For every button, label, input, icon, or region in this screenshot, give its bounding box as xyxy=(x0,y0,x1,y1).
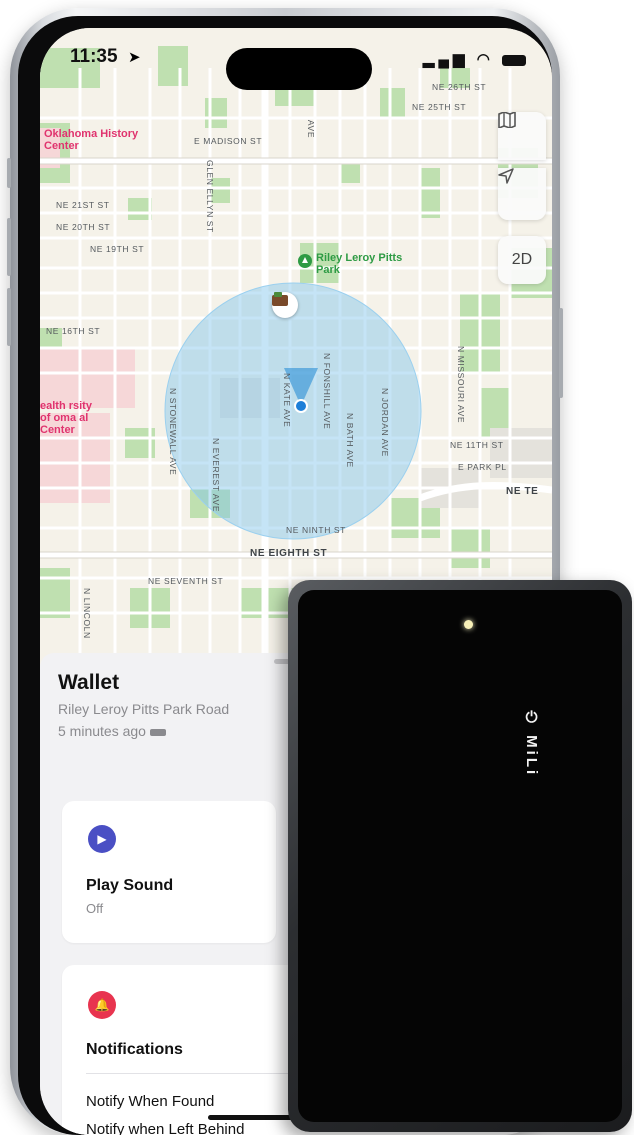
locate-me-button[interactable] xyxy=(498,168,546,220)
map-style-button[interactable] xyxy=(498,112,546,160)
street-label: N STONEWALL AVE xyxy=(168,388,178,476)
item-last-seen: 5 minutes ago xyxy=(58,723,166,739)
poi-health-center[interactable]: ealth rsity of oma al Center xyxy=(40,400,104,436)
notify-when-found-row[interactable]: Notify When Found xyxy=(86,1093,214,1110)
street-label: N LINCOLN xyxy=(82,588,92,639)
street-label: NE 19TH ST xyxy=(90,244,145,254)
action-button xyxy=(7,158,11,188)
wallet-item-marker[interactable] xyxy=(272,292,298,318)
map-icon xyxy=(498,112,516,128)
street-label: NE 16TH ST xyxy=(46,326,101,336)
wallet-icon xyxy=(272,292,288,306)
street-label: AVE xyxy=(306,119,317,139)
street-label: GLEN ELLYN ST xyxy=(205,160,215,233)
street-label: NE 25TH ST xyxy=(412,102,467,112)
signal-icon: ▂▄▆ xyxy=(422,51,469,68)
street-label: NE 21ST ST xyxy=(56,200,110,210)
view-mode-2d-button[interactable]: 2D xyxy=(498,236,546,284)
mili-tracker-card: ⏻ MiLi xyxy=(288,580,632,1132)
street-label: N JORDAN AVE xyxy=(380,388,390,457)
street-label: NE NINTH ST xyxy=(286,525,346,535)
map-view[interactable]: E MADISON ST NE 25TH ST NE 26TH ST NE 21… xyxy=(40,28,552,668)
tracker-led xyxy=(464,620,473,629)
tracker-brand: ⏻ MiLi xyxy=(523,710,540,777)
street-label: NE 11TH ST xyxy=(450,440,504,450)
location-arrow-icon xyxy=(498,168,514,184)
item-title: Wallet xyxy=(58,671,120,694)
status-icons: ▂▄▆ ◠ xyxy=(423,50,526,68)
last-seen-text: 5 minutes ago xyxy=(58,723,146,739)
play-sound-status: Off xyxy=(86,901,104,916)
item-location: Riley Leroy Pitts Park Road xyxy=(58,701,230,717)
battery-icon xyxy=(502,54,526,66)
street-label: NE EIGHTH ST xyxy=(250,548,328,559)
map-canvas xyxy=(40,46,552,668)
notifications-label: Notifications xyxy=(86,1041,183,1058)
volume-down-button xyxy=(7,288,11,346)
poi-label: ealth rsity of oma al Center xyxy=(40,400,92,436)
park-pin-icon[interactable] xyxy=(298,254,318,274)
play-sound-label: Play Sound xyxy=(86,877,174,894)
play-icon: ▶ xyxy=(88,825,116,853)
street-label: N BATH AVE xyxy=(345,413,355,468)
street-label: E MADISON ST xyxy=(194,136,263,146)
street-label: E PARK PL xyxy=(458,462,507,472)
location-services-icon: ➤ xyxy=(128,49,141,66)
volume-up-button xyxy=(7,218,11,276)
poi-oklahoma-history-center[interactable]: Oklahoma History Center xyxy=(44,128,154,152)
bell-icon: 🔔 xyxy=(88,991,116,1019)
view-mode-label: 2D xyxy=(511,251,533,268)
street-label: NE TE xyxy=(506,486,539,497)
brand-name: MiLi xyxy=(523,735,540,778)
poi-label: Riley Leroy Pitts Park xyxy=(316,252,403,276)
street-label: NE 20TH ST xyxy=(56,222,111,232)
street-label: N MISSOURI AVE xyxy=(456,346,466,424)
notify-when-left-behind-row[interactable]: Notify when Left Behind xyxy=(86,1121,244,1135)
wifi-icon: ◠ xyxy=(476,51,494,68)
side-button xyxy=(559,308,563,398)
status-time: 11:35 xyxy=(70,46,118,67)
status-bar: 11:35 ➤ ▂▄▆ ◠ xyxy=(40,42,552,90)
street-label: NE SEVENTH ST xyxy=(148,576,224,586)
dynamic-island xyxy=(226,48,372,90)
poi-riley-leroy-pitts-park[interactable]: Riley Leroy Pitts Park xyxy=(316,252,406,276)
play-sound-card[interactable]: ▶ Play Sound Off xyxy=(62,801,276,943)
street-label: N FONSHILL AVE xyxy=(322,353,332,430)
power-icon: ⏻ xyxy=(523,710,540,736)
street-label: N EVEREST AVE xyxy=(211,438,221,513)
street-label: N KATE AVE xyxy=(282,373,292,428)
poi-label: Oklahoma History Center xyxy=(44,128,139,152)
street-label: NE 26TH ST xyxy=(432,82,487,92)
item-battery-icon xyxy=(149,728,166,736)
tracker-face: ⏻ MiLi xyxy=(298,590,622,1122)
